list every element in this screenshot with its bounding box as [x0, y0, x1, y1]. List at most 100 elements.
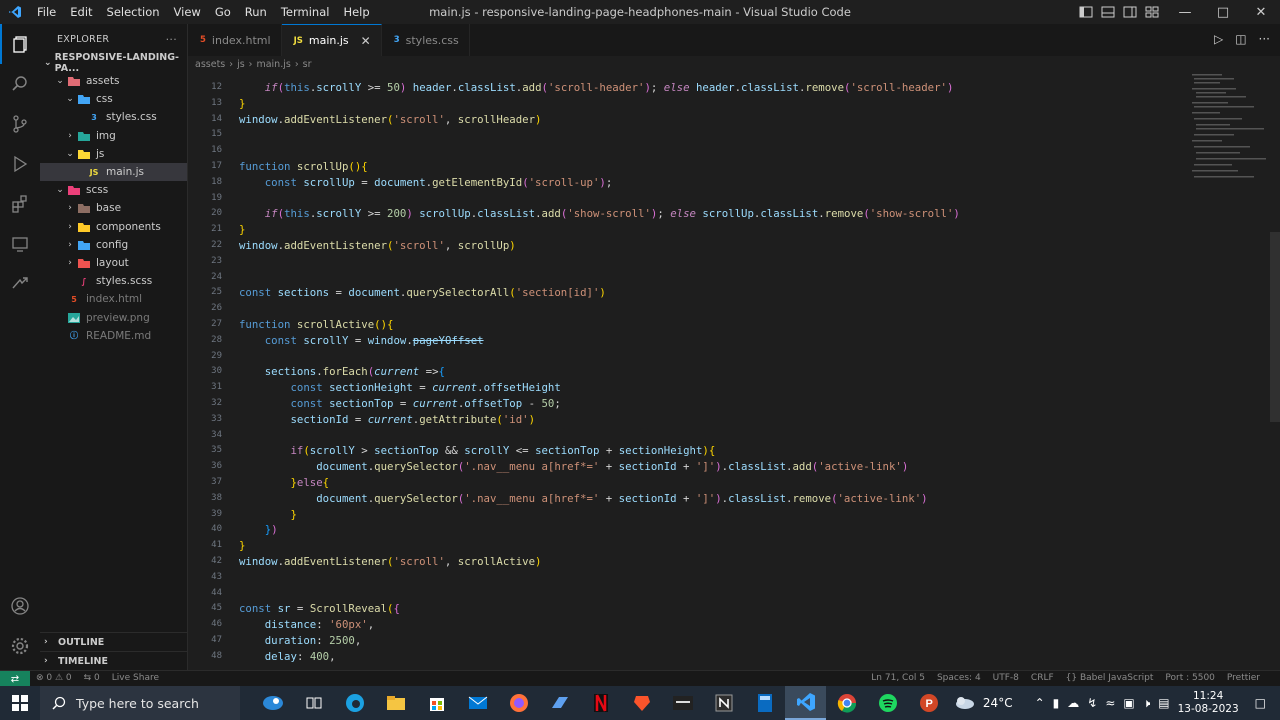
code-line[interactable]: 41} [188, 538, 1188, 554]
tree-item-css[interactable]: ⌄ css [40, 90, 187, 108]
tab-main-js[interactable]: JS main.js ✕ [281, 24, 382, 56]
code-line[interactable]: 45 const sr = ScrollReveal({ [188, 601, 1188, 617]
minimap[interactable] [1190, 72, 1268, 182]
code-line[interactable]: 18 const scrollUp = document.getElementB… [188, 175, 1188, 191]
taskbar-search[interactable]: Type here to search [40, 686, 240, 720]
tree-item-readme-md[interactable]: ⓘ README.md [40, 327, 187, 345]
code-line[interactable]: 12 if(this.scrollY >= 50) header.classLi… [188, 80, 1188, 96]
close-tab-icon[interactable]: ✕ [361, 34, 371, 48]
battery-icon[interactable]: ▮ [1053, 696, 1060, 710]
sony-liv-icon[interactable] [662, 686, 703, 720]
close-window-button[interactable]: ✕ [1242, 0, 1280, 24]
code-line[interactable]: 29 [188, 349, 1188, 365]
code-line[interactable]: 35 if(scrollY > sectionTop && scrollY <=… [188, 443, 1188, 459]
netflix-icon[interactable] [580, 686, 621, 720]
code-line[interactable]: 14 window.addEventListener('scroll', scro… [188, 112, 1188, 128]
menu-selection[interactable]: Selection [100, 0, 167, 24]
code-line[interactable]: 24 [188, 270, 1188, 286]
tree-item-main-js[interactable]: JS main.js [40, 162, 187, 182]
status-item[interactable]: CRLF [1031, 673, 1054, 683]
code-line[interactable]: 31 const sectionHeight = current.offsetH… [188, 380, 1188, 396]
status-item[interactable]: Live Share [112, 673, 159, 683]
explorer-icon[interactable] [0, 24, 40, 64]
minimize-button[interactable]: — [1166, 0, 1204, 24]
breadcrumb-item[interactable]: main.js [256, 59, 290, 70]
menu-terminal[interactable]: Terminal [274, 0, 337, 24]
code-line[interactable]: 48 delay: 400, [188, 649, 1188, 665]
toggle-primary-sidebar-icon[interactable] [1078, 4, 1094, 20]
timeline-section[interactable]: › TIMELINE [40, 651, 188, 670]
source-control-icon[interactable] [0, 104, 40, 144]
tree-item-components[interactable]: › components [40, 218, 187, 236]
code-line[interactable]: 34 [188, 428, 1188, 444]
code-line[interactable]: 16 [188, 143, 1188, 159]
spotify-icon[interactable] [867, 686, 908, 720]
code-line[interactable]: 28 const scrollY = window.pageYOffset [188, 333, 1188, 349]
code-line[interactable]: 21} [188, 222, 1188, 238]
tree-item-layout[interactable]: › layout [40, 254, 187, 272]
status-item[interactable]: UTF-8 [993, 673, 1019, 683]
status-item[interactable]: {} Babel JavaScript [1066, 673, 1154, 683]
tree-item-styles-scss[interactable]: ∫ styles.scss [40, 272, 187, 290]
calculator-icon[interactable] [744, 686, 785, 720]
toggle-panel-icon[interactable] [1100, 4, 1116, 20]
code-line[interactable]: 27 function scrollActive(){ [188, 317, 1188, 333]
code-line[interactable]: 47 duration: 2500, [188, 633, 1188, 649]
outline-section[interactable]: › OUTLINE [40, 632, 188, 651]
remote-indicator-icon[interactable]: ⇄ [0, 671, 30, 687]
tree-item-base[interactable]: › base [40, 199, 187, 217]
breadcrumb-item[interactable]: sr [303, 59, 312, 70]
onedrive-cloud-icon[interactable]: ☁ [1067, 696, 1079, 710]
menu-edit[interactable]: Edit [63, 0, 99, 24]
tree-item-scss[interactable]: ⌄ scss [40, 181, 187, 199]
code-line[interactable]: 38 document.querySelector('.nav__menu a[… [188, 491, 1188, 507]
tree-item-assets[interactable]: ⌄ assets [40, 72, 187, 90]
code-line[interactable]: 17 function scrollUp(){ [188, 159, 1188, 175]
vscode-taskbar-icon[interactable] [785, 686, 826, 720]
extensions-icon[interactable] [0, 184, 40, 224]
code-line[interactable]: 44 [188, 586, 1188, 602]
mail-icon[interactable] [457, 686, 498, 720]
file-explorer-icon[interactable] [375, 686, 416, 720]
tree-item-img[interactable]: › img [40, 127, 187, 145]
code-line[interactable]: 20 if(this.scrollY >= 200) scrollUp.clas… [188, 206, 1188, 222]
azure-data-studio-icon[interactable] [539, 686, 580, 720]
more-editor-actions-icon[interactable]: ··· [1259, 32, 1270, 46]
split-editor-icon[interactable]: ◫ [1235, 32, 1246, 46]
menu-go[interactable]: Go [208, 0, 238, 24]
code-line[interactable]: 37 }else{ [188, 475, 1188, 491]
customize-layout-icon[interactable] [1144, 4, 1160, 20]
powerpoint-icon[interactable]: P [908, 686, 949, 720]
tree-item-preview-png[interactable]: preview.png [40, 308, 187, 326]
notion-icon[interactable] [703, 686, 744, 720]
breadcrumb-item[interactable]: js [237, 59, 245, 70]
search-icon[interactable] [0, 64, 40, 104]
cortana-app-icon[interactable] [252, 686, 293, 720]
weather-temperature[interactable]: 24°C [983, 696, 1013, 710]
tree-item-styles-css[interactable]: 3 styles.css [40, 108, 187, 126]
code-line[interactable]: 25 const sections = document.querySelecto… [188, 285, 1188, 301]
menu-run[interactable]: Run [238, 0, 274, 24]
volume-icon[interactable]: 🕨 [1143, 696, 1151, 711]
manage-gear-icon[interactable] [0, 626, 40, 666]
code-line[interactable]: 46 distance: '60px', [188, 617, 1188, 633]
maximize-button[interactable]: □ [1204, 0, 1242, 24]
code-line[interactable]: 43 [188, 570, 1188, 586]
breadcrumb-item[interactable]: assets [195, 59, 225, 70]
menu-file[interactable]: File [30, 0, 63, 24]
live-share-icon[interactable] [0, 264, 40, 304]
code-line[interactable]: 40 }) [188, 522, 1188, 538]
tree-item-config[interactable]: › config [40, 236, 187, 254]
editor-scrollbar[interactable] [1270, 232, 1280, 422]
accounts-icon[interactable] [0, 586, 40, 626]
more-actions-icon[interactable]: ··· [166, 33, 177, 46]
status-item[interactable]: Spaces: 4 [937, 673, 981, 683]
status-item[interactable]: Ln 71, Col 5 [871, 673, 925, 683]
code-line[interactable]: 15 [188, 127, 1188, 143]
edge-browser-icon[interactable] [334, 686, 375, 720]
status-item[interactable]: Prettier [1227, 673, 1260, 683]
tree-item-js[interactable]: ⌄ js [40, 145, 187, 163]
remote-explorer-icon[interactable] [0, 224, 40, 264]
run-file-icon[interactable]: ▷ [1214, 32, 1223, 46]
firefox-icon[interactable] [498, 686, 539, 720]
